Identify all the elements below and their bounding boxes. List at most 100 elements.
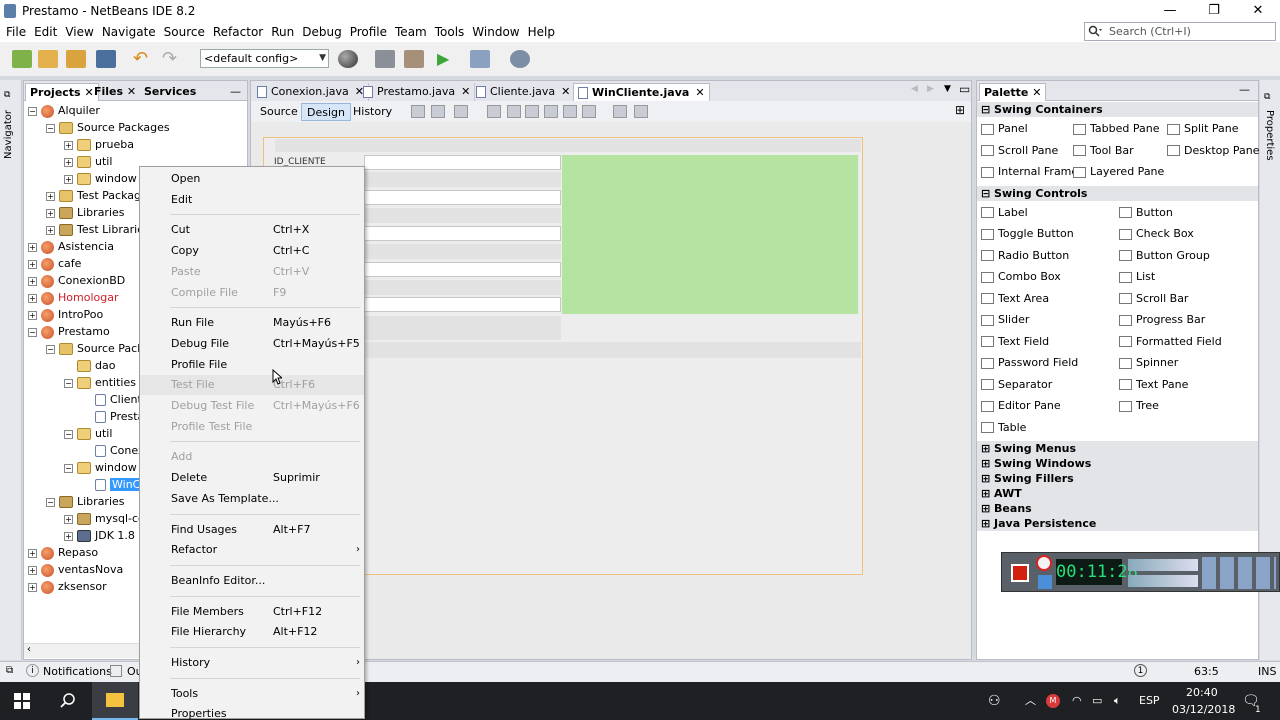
menu-item-save-as-template[interactable]: Save As Template... <box>140 489 364 509</box>
palette-item-text-field[interactable]: Text Field <box>981 333 1049 351</box>
palette-item-slider[interactable]: Slider <box>981 311 1029 329</box>
tree-node[interactable]: WinCl <box>82 476 146 493</box>
menu-navigate[interactable]: Navigate <box>98 25 160 39</box>
tree-node[interactable]: + Test Packages <box>46 187 153 204</box>
antivirus-icon[interactable]: M <box>1046 694 1060 708</box>
expand-icon[interactable]: + <box>64 531 73 541</box>
expand-icon[interactable]: + <box>28 276 37 286</box>
palette-item-tabbed-pane[interactable]: Tabbed Pane <box>1073 120 1159 138</box>
palette-item-formatted-field[interactable]: Formatted Field <box>1119 333 1222 351</box>
battery-icon[interactable]: ▭ <box>1092 682 1102 720</box>
tab-projects[interactable]: Projects ✕ <box>25 83 99 101</box>
menu-item-history[interactable]: History › <box>140 653 364 673</box>
tree-node[interactable]: + Repaso <box>28 544 98 561</box>
text-field[interactable] <box>364 297 561 312</box>
menu-item-delete[interactable]: Delete Suprimir <box>140 468 364 488</box>
align-left-icon[interactable] <box>487 105 501 118</box>
close-tab-icon[interactable]: ✕ <box>461 85 470 98</box>
tab-design[interactable]: Design <box>301 103 351 121</box>
scroll-tabs-left-icon[interactable]: ◀ <box>911 84 918 94</box>
tree-node[interactable]: + prueba <box>64 136 134 153</box>
palette-item-list[interactable]: List <box>1119 268 1155 286</box>
tree-node[interactable]: − Prestamo <box>28 323 110 340</box>
navigator-tab[interactable]: Navigator <box>3 110 14 159</box>
menu-item-file-members[interactable]: File Members Ctrl+F12 <box>140 602 364 622</box>
browser-icon[interactable] <box>338 50 358 68</box>
menu-item-find-usages[interactable]: Find Usages Alt+F7 <box>140 520 364 540</box>
tree-node[interactable]: + ConexionBD <box>28 272 125 289</box>
menu-run[interactable]: Run <box>267 25 298 39</box>
expand-icon[interactable]: + <box>28 242 37 252</box>
collapse-icon[interactable]: − <box>64 378 73 388</box>
scroll-tabs-right-icon[interactable]: ▶ <box>927 84 934 94</box>
palette-item-panel[interactable]: Panel <box>981 120 1028 138</box>
palette-group-awt[interactable]: ⊞ AWT <box>977 486 1258 501</box>
menu-item-properties[interactable]: Properties <box>140 704 364 720</box>
menu-file[interactable]: File <box>2 25 30 39</box>
maximize-window-icon[interactable]: ▭ <box>959 82 970 96</box>
tree-node[interactable]: + cafe <box>28 255 81 272</box>
menu-item-copy[interactable]: Copy Ctrl+C <box>140 241 364 261</box>
run-icon[interactable]: ▶ <box>437 50 457 68</box>
palette-item-text-pane[interactable]: Text Pane <box>1119 376 1188 394</box>
tree-node[interactable]: + window <box>64 170 137 187</box>
editor-tab-wincliente[interactable]: WinCliente.java ✕ <box>573 83 710 101</box>
undo-icon[interactable]: ↶ <box>133 50 153 68</box>
expand-icon[interactable]: + <box>46 225 55 235</box>
tree-node[interactable]: + zksensor <box>28 578 107 595</box>
palette-group-swing-windows[interactable]: ⊞ Swing Windows <box>977 456 1258 471</box>
menu-help[interactable]: Help <box>524 25 559 39</box>
tree-node[interactable]: Client <box>82 391 142 408</box>
minimize-panel-icon[interactable]: — <box>226 83 245 101</box>
tree-node[interactable]: − window <box>64 459 137 476</box>
collapse-icon[interactable]: − <box>46 123 55 133</box>
build-icon[interactable] <box>375 50 395 68</box>
menu-refactor[interactable]: Refactor <box>209 25 267 39</box>
menu-item-open[interactable]: Open <box>140 169 364 189</box>
expand-icon[interactable]: + <box>64 514 73 524</box>
minimize-button[interactable]: — <box>1148 0 1192 22</box>
menu-team[interactable]: Team <box>391 25 431 39</box>
show-hidden-icons-icon[interactable]: ︿ <box>1025 682 1036 720</box>
menu-item-beaninfo-editor[interactable]: BeanInfo Editor... <box>140 571 364 591</box>
tree-node[interactable]: − Libraries <box>46 493 125 510</box>
palette-item-split-pane[interactable]: Split Pane <box>1167 120 1239 138</box>
palette-item-editor-pane[interactable]: Editor Pane <box>981 397 1061 415</box>
palette-group-java-persistence[interactable]: ⊞ Java Persistence <box>977 516 1258 531</box>
tree-node[interactable]: + Asistencia <box>28 238 114 255</box>
tree-node[interactable]: Presta <box>82 408 144 425</box>
menu-profile[interactable]: Profile <box>346 25 391 39</box>
menu-edit[interactable]: Edit <box>30 25 61 39</box>
profile-icon[interactable] <box>510 50 530 68</box>
clock-time[interactable]: 20:40 <box>1186 686 1218 700</box>
text-field[interactable] <box>364 226 561 241</box>
debug-icon[interactable] <box>470 50 490 68</box>
properties-tab[interactable]: Properties <box>1264 110 1275 161</box>
menu-item-run-file[interactable]: Run File Mayús+F6 <box>140 313 364 333</box>
collapse-icon[interactable]: − <box>46 344 55 354</box>
tree-node[interactable]: − Source Packages <box>46 119 170 136</box>
palette-item-desktop-pane[interactable]: Desktop Pane <box>1167 142 1259 160</box>
tab-history[interactable]: History <box>348 103 397 121</box>
palette-item-combo-box[interactable]: Combo Box <box>981 268 1061 286</box>
tree-node[interactable]: − util <box>64 425 112 442</box>
horizontal-scrollbar[interactable]: ‹ <box>24 643 139 658</box>
palette-item-layered-pane[interactable]: Layered Pane <box>1073 163 1164 181</box>
menu-window[interactable]: Window <box>468 25 523 39</box>
minimize-panel-icon[interactable]: — <box>1239 83 1250 96</box>
editor-tab-cliente[interactable]: Cliente.java ✕ <box>472 83 576 101</box>
config-select[interactable]: <default config> ▼ <box>200 49 329 68</box>
input-language[interactable]: ESP <box>1139 682 1160 720</box>
tab-list-icon[interactable]: ▼ <box>944 84 951 94</box>
file-explorer-taskbar-button[interactable] <box>92 682 138 720</box>
tree-node[interactable]: + ventasNova <box>28 561 123 578</box>
notifications-tab[interactable]: Notifications <box>43 665 112 678</box>
expand-icon[interactable]: + <box>64 140 73 150</box>
restore-icon[interactable]: ⧉ <box>1264 92 1270 102</box>
palette-item-table[interactable]: Table <box>981 419 1026 437</box>
text-field[interactable] <box>364 262 561 277</box>
tree-node[interactable]: + util <box>64 153 112 170</box>
tab-services[interactable]: Services <box>140 83 200 101</box>
tree-node[interactable]: − Alquiler <box>28 102 100 119</box>
collapse-icon[interactable]: − <box>28 327 37 337</box>
